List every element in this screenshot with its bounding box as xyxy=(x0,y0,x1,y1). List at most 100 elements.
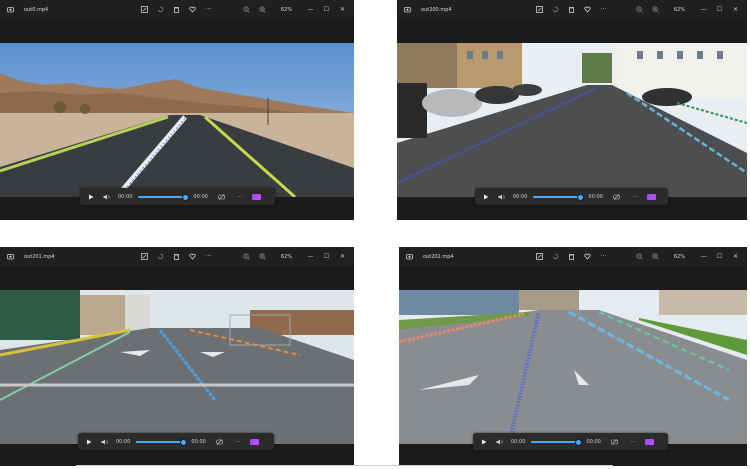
zoom-in-icon[interactable] xyxy=(259,253,266,260)
more-options-icon[interactable]: ··· xyxy=(600,253,607,260)
volume-icon[interactable] xyxy=(497,194,507,200)
video-editor-icon[interactable] xyxy=(251,193,263,200)
zoom-in-icon[interactable] xyxy=(652,253,659,260)
favorite-icon[interactable] xyxy=(189,253,196,260)
photos-window-out0: out0.mp4 ··· 62% — ☐ ✕ 00:00 00:00 ··· xyxy=(0,0,354,220)
video-viewer[interactable]: 00:00 00:00 ··· xyxy=(0,266,354,466)
volume-icon[interactable] xyxy=(102,194,112,200)
favorite-icon[interactable] xyxy=(189,6,196,13)
rotate-icon[interactable] xyxy=(552,253,559,260)
zoom-out-icon[interactable] xyxy=(636,6,643,13)
minimize-icon[interactable]: — xyxy=(700,6,707,13)
photos-window-out201: out201.mp4 ··· 62% — ☐ ✕ 00:00 00:00 ··· xyxy=(0,247,354,466)
zoom-in-icon[interactable] xyxy=(652,6,659,13)
file-name: out201.mp4 xyxy=(24,253,55,260)
zoom-in-icon[interactable] xyxy=(259,6,266,13)
edit-image-icon[interactable] xyxy=(140,6,148,13)
seek-knob[interactable] xyxy=(574,438,582,446)
edit-image-icon[interactable] xyxy=(535,253,543,260)
zoom-level[interactable]: 62% xyxy=(281,7,292,13)
delete-icon[interactable] xyxy=(568,253,575,260)
repeat-icon[interactable] xyxy=(217,193,227,200)
seek-knob[interactable] xyxy=(576,193,584,201)
more-options-icon[interactable]: ··· xyxy=(600,6,607,13)
seek-knob[interactable] xyxy=(181,193,189,201)
elapsed-time: 00:00 xyxy=(511,438,526,445)
video-editor-icon[interactable] xyxy=(249,438,261,445)
zoom-level[interactable]: 62% xyxy=(281,254,292,260)
seek-bar[interactable] xyxy=(138,193,189,201)
video-editor-icon[interactable] xyxy=(646,193,658,200)
photos-window-out202: out202.mp4 ··· 62% — ☐ ✕ 00:00 00:00 ··· xyxy=(399,247,747,466)
close-icon[interactable]: ✕ xyxy=(339,253,346,260)
play-icon[interactable] xyxy=(86,194,96,200)
more-options-icon[interactable]: ··· xyxy=(205,6,212,13)
minimize-icon[interactable]: — xyxy=(307,6,314,13)
video-viewer[interactable]: 00:00 00:00 ··· xyxy=(397,19,747,220)
more-icon[interactable]: ··· xyxy=(628,439,638,445)
title-bar: out0.mp4 ··· 62% — ☐ ✕ xyxy=(0,0,354,19)
play-icon[interactable] xyxy=(84,439,94,445)
more-options-icon[interactable]: ··· xyxy=(205,253,212,260)
title-bar: out202.mp4 ··· 62% — ☐ ✕ xyxy=(399,247,747,266)
seek-bar[interactable] xyxy=(136,438,187,446)
seek-bar[interactable] xyxy=(533,193,584,201)
remaining-time: 00:00 xyxy=(586,438,601,445)
favorite-icon[interactable] xyxy=(584,6,591,13)
elapsed-time: 00:00 xyxy=(513,193,528,200)
minimize-icon[interactable]: — xyxy=(307,253,314,260)
video-frame-desert-road xyxy=(0,43,354,197)
seek-bar[interactable] xyxy=(531,438,582,446)
maximize-icon[interactable]: ☐ xyxy=(716,6,723,13)
photos-app-icon xyxy=(404,6,411,13)
photos-app-icon xyxy=(406,253,413,260)
delete-icon[interactable] xyxy=(173,6,180,13)
photos-window-out200: out200.mp4 ··· 62% — ☐ ✕ 00:00 00:00 ··· xyxy=(397,0,747,220)
delete-icon[interactable] xyxy=(173,253,180,260)
zoom-out-icon[interactable] xyxy=(243,253,250,260)
edit-image-icon[interactable] xyxy=(535,6,543,13)
rotate-icon[interactable] xyxy=(157,253,164,260)
delete-icon[interactable] xyxy=(568,6,575,13)
volume-icon[interactable] xyxy=(100,439,110,445)
zoom-out-icon[interactable] xyxy=(636,253,643,260)
maximize-icon[interactable]: ☐ xyxy=(323,253,330,260)
title-bar: out200.mp4 ··· 62% — ☐ ✕ xyxy=(397,0,747,19)
play-icon[interactable] xyxy=(481,194,491,200)
repeat-icon[interactable] xyxy=(215,438,225,445)
volume-icon[interactable] xyxy=(495,439,505,445)
close-icon[interactable]: ✕ xyxy=(732,253,739,260)
file-name: out0.mp4 xyxy=(24,6,49,13)
repeat-icon[interactable] xyxy=(612,193,622,200)
media-controls: 00:00 00:00 ··· xyxy=(475,188,668,205)
close-icon[interactable]: ✕ xyxy=(339,6,346,13)
video-viewer[interactable]: 00:00 00:00 ··· xyxy=(399,266,747,466)
rotate-icon[interactable] xyxy=(552,6,559,13)
repeat-icon[interactable] xyxy=(610,438,620,445)
minimize-icon[interactable]: — xyxy=(700,253,707,260)
close-icon[interactable]: ✕ xyxy=(732,6,739,13)
more-icon[interactable]: ··· xyxy=(630,194,640,200)
media-controls: 00:00 00:00 ··· xyxy=(80,188,275,205)
more-icon[interactable]: ··· xyxy=(235,194,245,200)
favorite-icon[interactable] xyxy=(584,253,591,260)
video-frame-intersection xyxy=(0,290,354,444)
video-frame-wide-road xyxy=(399,290,747,444)
maximize-icon[interactable]: ☐ xyxy=(323,6,330,13)
zoom-level[interactable]: 62% xyxy=(674,254,685,260)
seek-knob[interactable] xyxy=(179,438,187,446)
rotate-icon[interactable] xyxy=(157,6,164,13)
elapsed-time: 00:00 xyxy=(116,438,131,445)
play-icon[interactable] xyxy=(479,439,489,445)
video-viewer[interactable]: 00:00 00:00 ··· xyxy=(0,19,354,220)
photos-app-icon xyxy=(7,6,14,13)
zoom-level[interactable]: 62% xyxy=(674,7,685,13)
edit-image-icon[interactable] xyxy=(140,253,148,260)
remaining-time: 00:00 xyxy=(191,438,206,445)
zoom-out-icon[interactable] xyxy=(243,6,250,13)
video-editor-icon[interactable] xyxy=(644,438,656,445)
media-controls: 00:00 00:00 ··· xyxy=(78,433,274,450)
photos-app-icon xyxy=(7,253,14,260)
more-icon[interactable]: ··· xyxy=(233,439,243,445)
maximize-icon[interactable]: ☐ xyxy=(716,253,723,260)
